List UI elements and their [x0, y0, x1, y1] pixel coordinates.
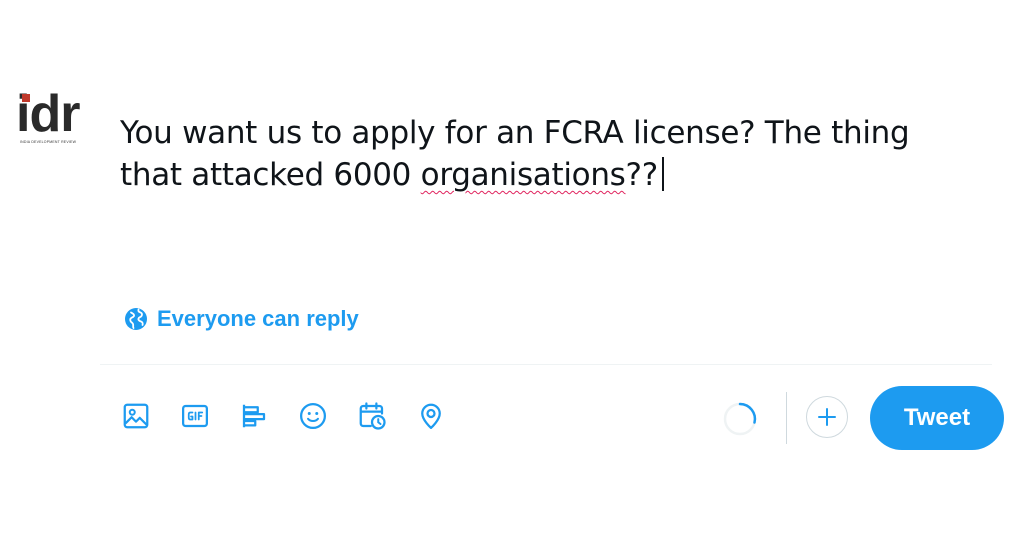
reply-setting-button[interactable]: Everyone can reply — [124, 306, 359, 332]
tweet-composer: idr India Development Review You want us… — [0, 0, 1024, 546]
schedule-button[interactable] — [350, 394, 394, 438]
location-icon — [421, 403, 441, 429]
plus-icon — [818, 408, 836, 426]
add-tweet-button[interactable] — [806, 396, 848, 438]
media-button[interactable] — [114, 394, 158, 438]
image-icon — [123, 403, 149, 429]
avatar-tagline: India Development Review — [20, 140, 77, 144]
text-cursor — [661, 157, 664, 191]
composer-toolbar — [114, 394, 453, 438]
gif-button[interactable] — [173, 394, 217, 438]
divider — [100, 364, 992, 365]
tweet-button[interactable]: Tweet — [870, 386, 1004, 450]
gif-icon — [182, 404, 208, 428]
tweet-text-part: ?? — [625, 157, 659, 193]
schedule-icon — [359, 402, 386, 430]
reply-setting-label: Everyone can reply — [157, 306, 359, 331]
character-count-progress-icon — [723, 402, 757, 436]
globe-icon — [125, 308, 147, 330]
emoji-button[interactable] — [291, 394, 335, 438]
avatar[interactable]: idr India Development Review — [16, 88, 96, 152]
misspelled-word[interactable]: organisations — [421, 157, 626, 193]
location-button[interactable] — [409, 394, 453, 438]
toolbar-separator — [786, 392, 787, 444]
logo-dot — [22, 94, 30, 102]
emoji-icon — [300, 403, 326, 429]
poll-button[interactable] — [232, 394, 276, 438]
poll-icon — [242, 404, 266, 428]
tweet-text-input[interactable]: You want us to apply for an FCRA license… — [120, 112, 980, 196]
